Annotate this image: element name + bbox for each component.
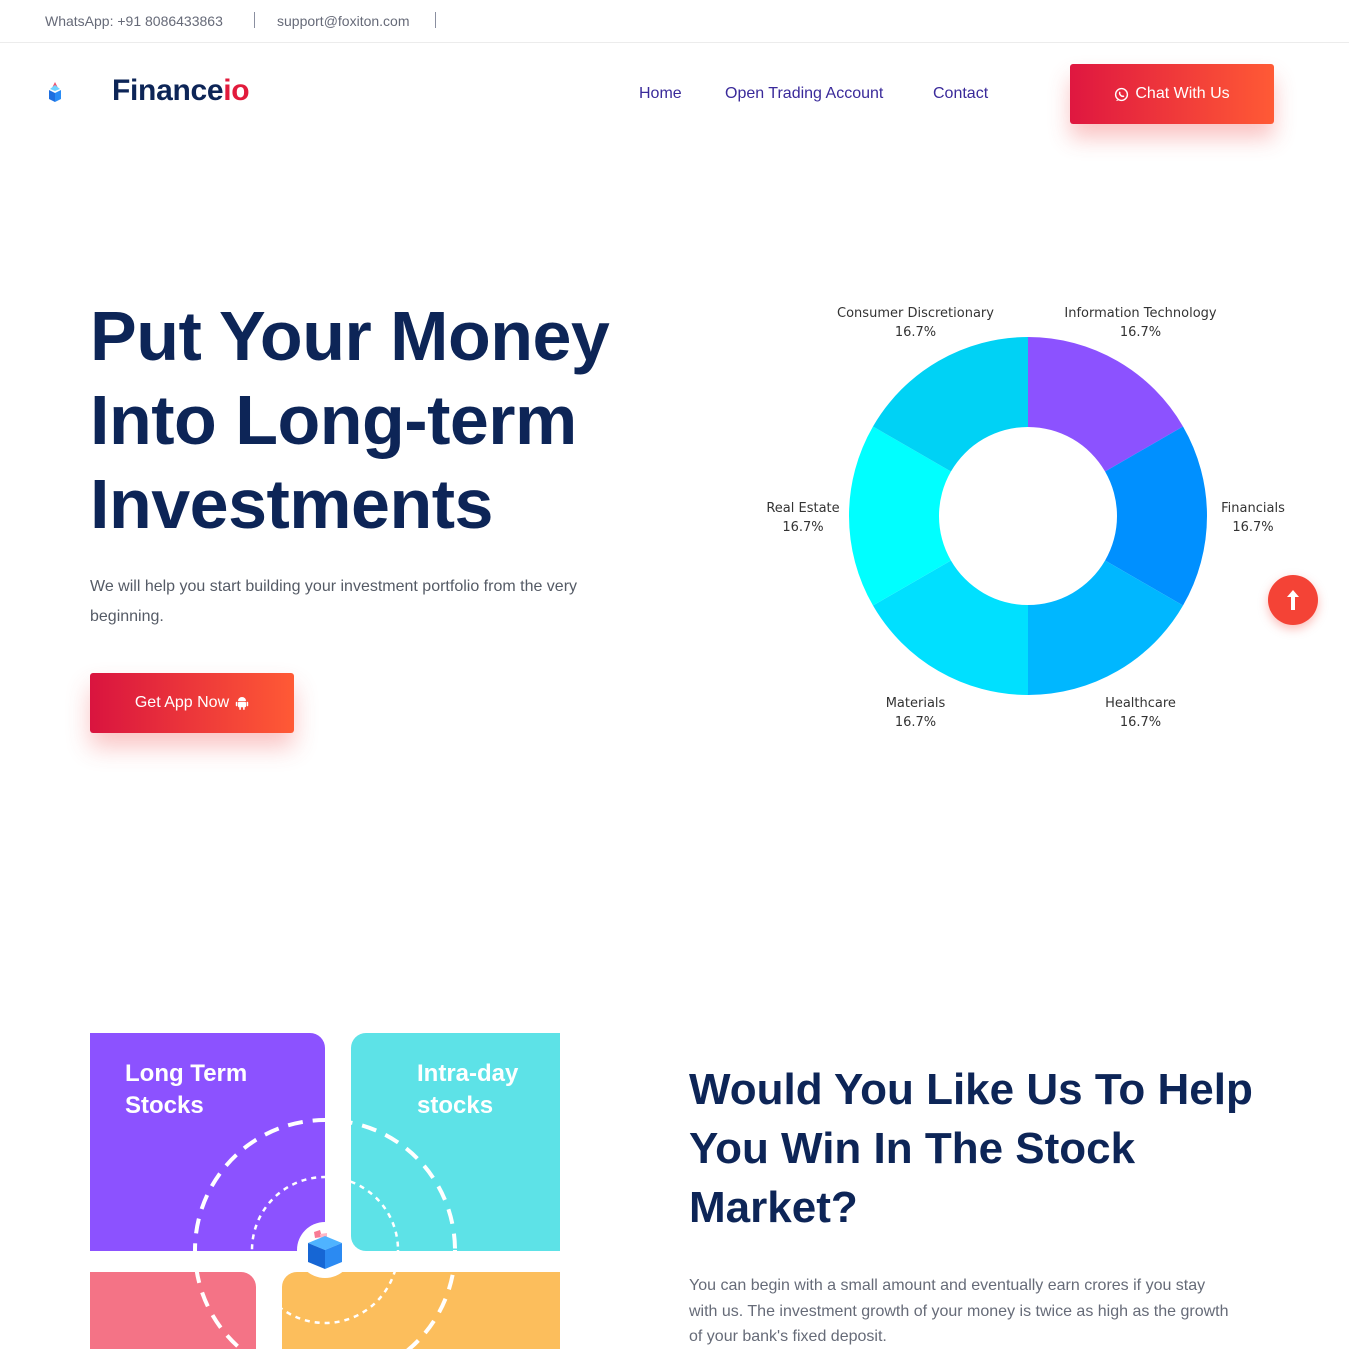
slice-category-label: Materials [886, 696, 946, 711]
scroll-to-top-button[interactable] [1268, 575, 1318, 625]
slice-category-label: Real Estate [766, 501, 839, 516]
section-title-line: You Win In The Stock [689, 1124, 1136, 1173]
nav-home[interactable]: Home [639, 85, 682, 103]
tile-label-long-term[interactable]: Long Term Stocks [125, 1058, 247, 1122]
hero-title: Put Your Money Into Long-term Investment… [90, 294, 690, 546]
section-title: Would You Like Us To Help You Win In The… [689, 1060, 1289, 1237]
support-email[interactable]: support@foxiton.com [277, 13, 410, 29]
slice-value-label: 16.7% [1120, 325, 1161, 340]
slice-value-label: 16.7% [895, 325, 936, 340]
tile-label-line: Intra-day [417, 1060, 519, 1087]
chat-with-us-button[interactable]: Chat With Us [1070, 64, 1274, 124]
whatsapp-contact[interactable]: WhatsApp: +91 8086433863 [45, 13, 223, 29]
slice-value-label: 16.7% [1120, 715, 1161, 730]
get-app-label: Get App Now [134, 694, 230, 711]
hero-subtitle: We will help you start building your inv… [90, 578, 578, 625]
get-app-button[interactable]: Get App Now [90, 673, 294, 733]
section-description: You can begin with a small amount and ev… [689, 1277, 1229, 1345]
hero-title-line: Investments [90, 465, 493, 543]
tile-orange [282, 1272, 560, 1349]
whatsapp-icon [1115, 87, 1129, 101]
nav-contact[interactable]: Contact [933, 85, 988, 103]
tile-label-line: Long Term [125, 1060, 248, 1087]
brand-name-accent: io [223, 74, 250, 107]
section-title-line: Market? [689, 1183, 858, 1232]
hero-title-line: Into Long-term [90, 381, 577, 459]
android-icon [235, 696, 249, 710]
chat-button-label: Chat With Us [1135, 85, 1230, 102]
top-bar: WhatsApp: +91 8086433863 support@foxiton… [0, 0, 1349, 43]
hero-title-line: Put Your Money [90, 297, 610, 375]
tile-label-line: stocks [417, 1092, 494, 1119]
nav-open-trading-account[interactable]: Open Trading Account [725, 85, 883, 103]
arrow-up-icon [1287, 590, 1299, 610]
slice-category-label: Consumer Discretionary [837, 306, 994, 321]
divider [254, 12, 255, 28]
slice-value-label: 16.7% [895, 715, 936, 730]
slice-value-label: 16.7% [1232, 520, 1273, 535]
tile-label-line: Stocks [125, 1092, 204, 1119]
sector-donut-chart: Information Technology 16.7% Financials 16.… [766, 306, 1285, 730]
section-title-line: Would You Like Us To Help [689, 1065, 1253, 1114]
slice-category-label: Healthcare [1105, 696, 1176, 711]
divider [435, 12, 436, 28]
brand-logo[interactable]: Financeio [112, 74, 250, 108]
slice-category-label: Information Technology [1064, 306, 1217, 321]
slice-category-label: Financials [1221, 501, 1285, 516]
tile-label-intra-day[interactable]: Intra-day stocks [417, 1058, 518, 1122]
cube-icon[interactable] [46, 80, 64, 104]
slice-value-label: 16.7% [782, 520, 823, 535]
brand-name: Finance [112, 74, 224, 107]
